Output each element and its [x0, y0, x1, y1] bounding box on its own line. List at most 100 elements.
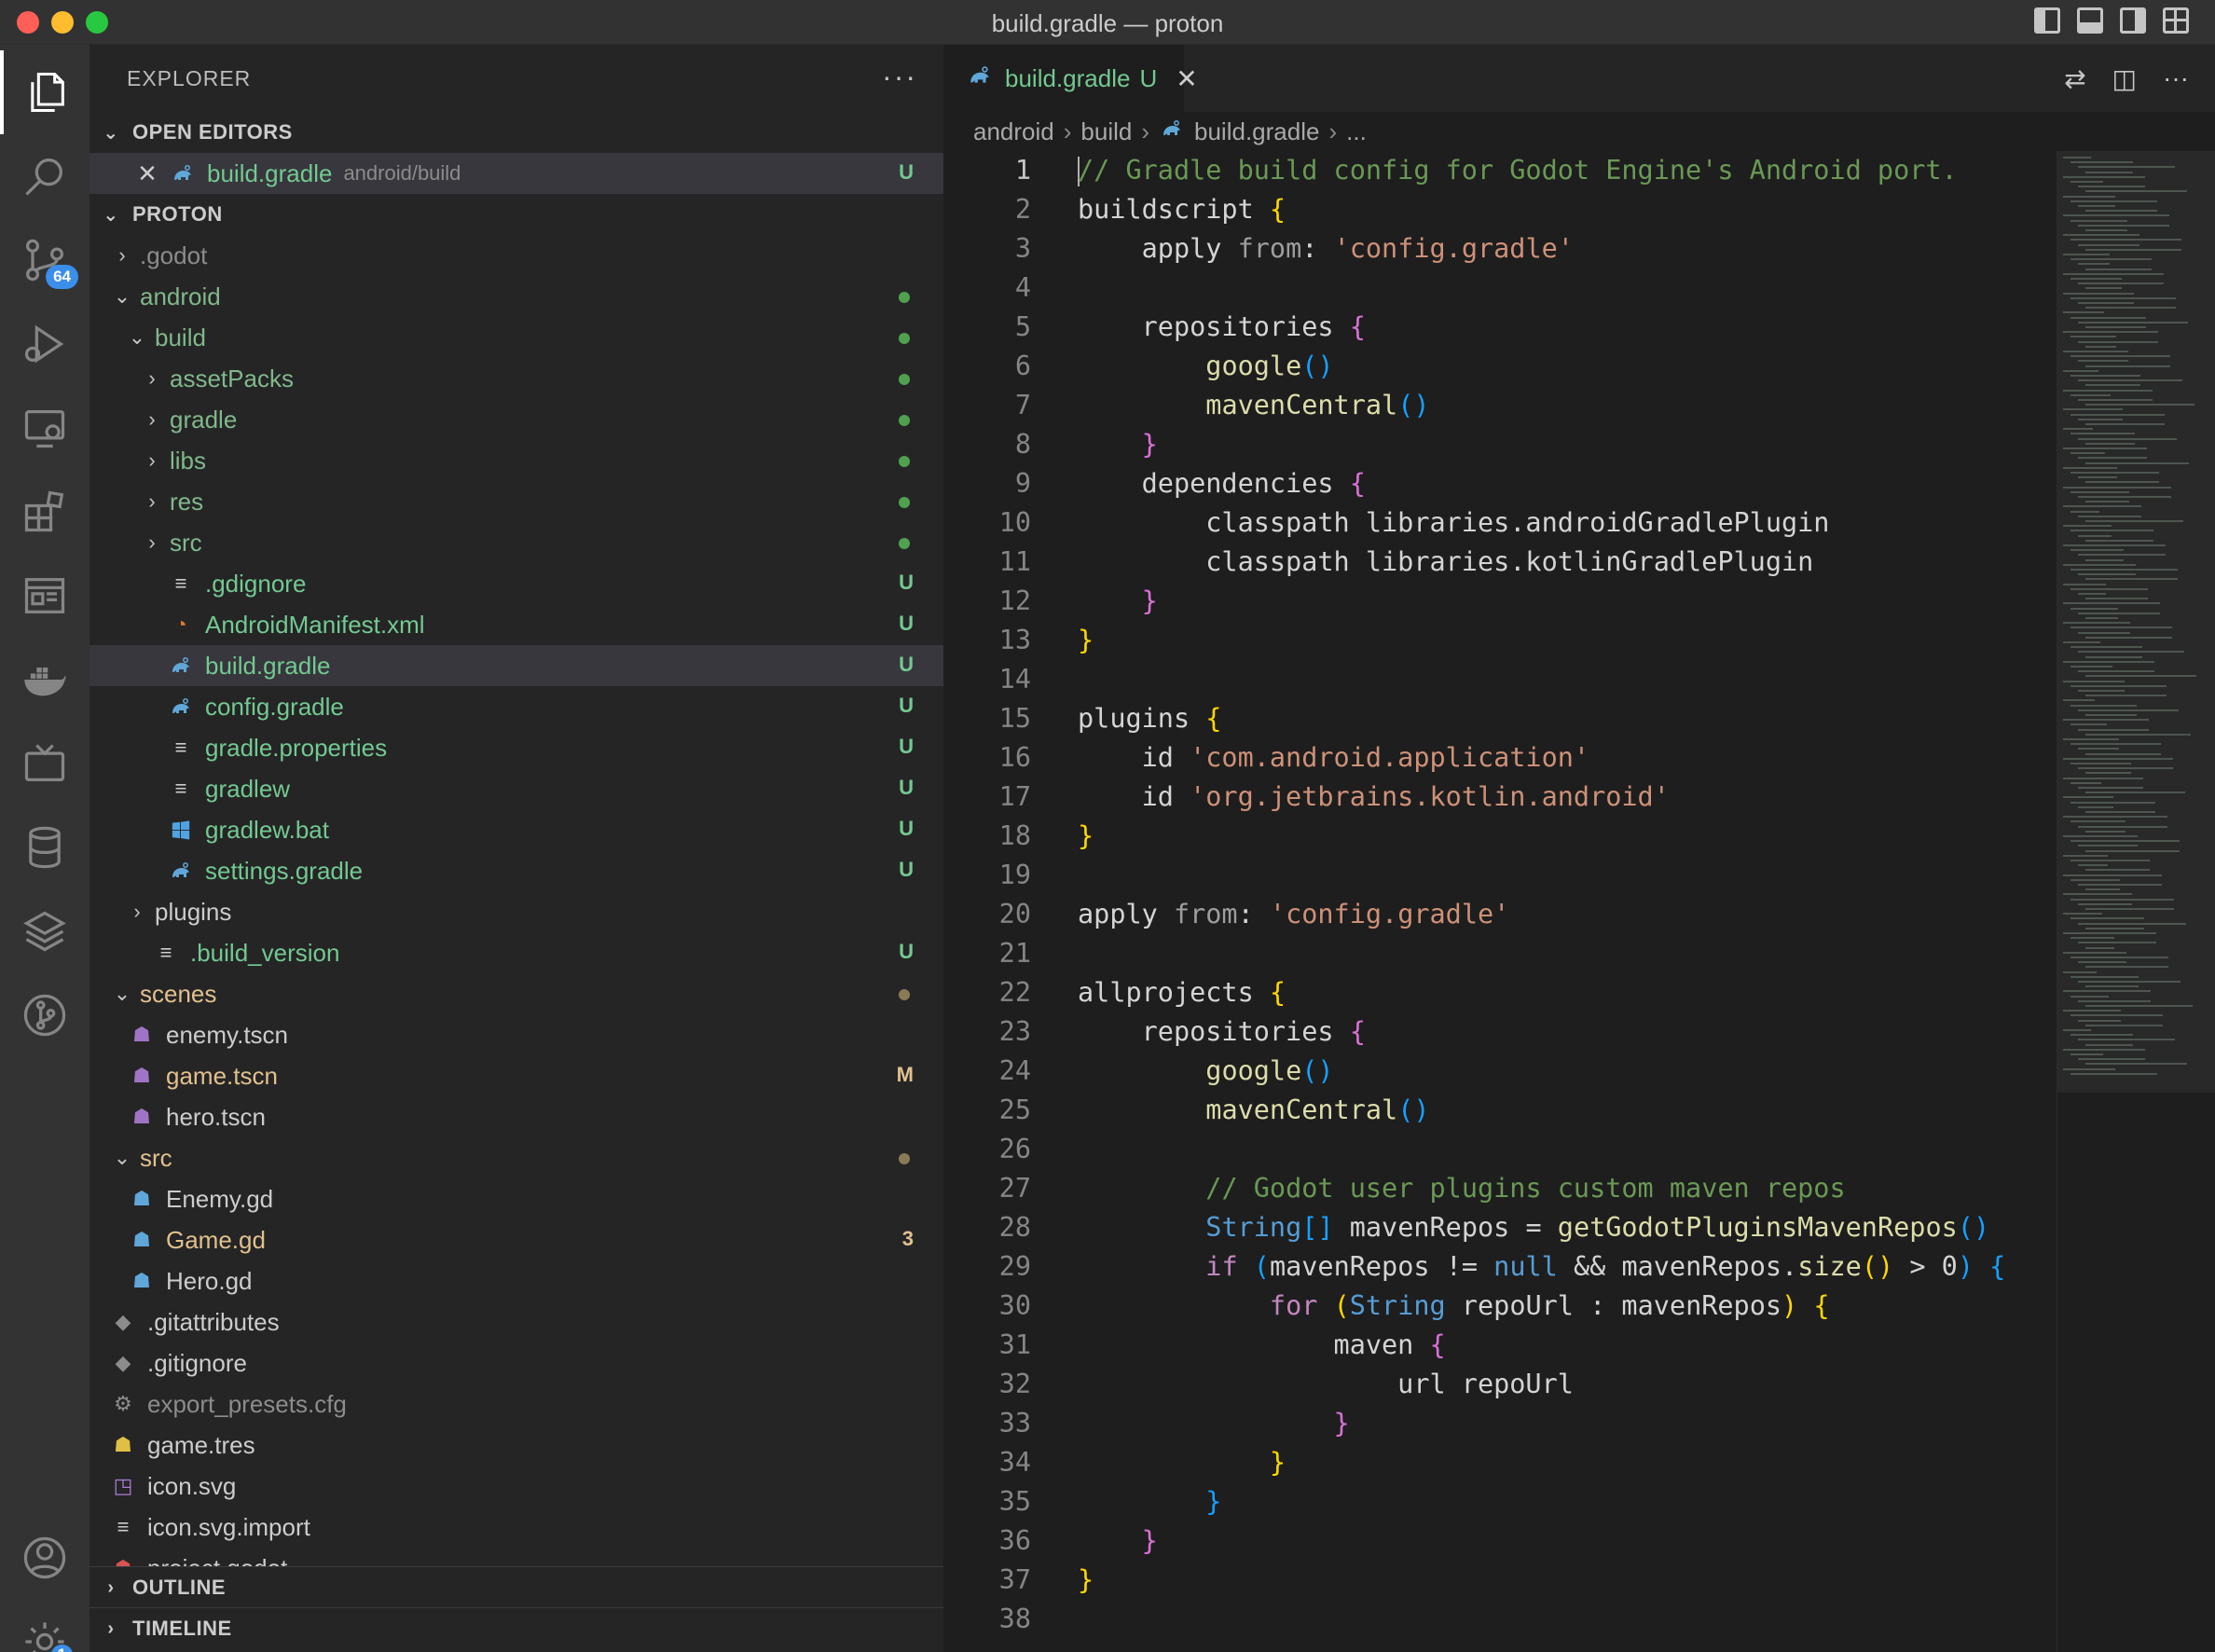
tree-folder-scenes[interactable]: ⌄ scenes [89, 973, 943, 1014]
timeline-section-header[interactable]: › TIMELINE [89, 1607, 943, 1648]
code-line[interactable]: 36 } [943, 1521, 2053, 1561]
code-line[interactable]: 4 [943, 268, 2053, 308]
code-line[interactable]: 31 maven { [943, 1326, 2053, 1365]
minimap[interactable] [2057, 151, 2215, 1652]
source-control-activity[interactable]: 64 [0, 218, 89, 302]
manage-activity[interactable]: 1 [0, 1600, 89, 1652]
code-line[interactable]: 21 [943, 934, 2053, 973]
tree-folder-src[interactable]: › src [89, 522, 943, 563]
tree-folder-godot[interactable]: › .godot [89, 235, 943, 276]
toggle-secondary-sidebar-icon[interactable] [2120, 7, 2146, 34]
run-debug-activity[interactable] [0, 302, 89, 386]
tree-folder-src-root[interactable]: ⌄ src [89, 1137, 943, 1178]
tree-file-gitignore[interactable]: ◆ .gitignore [89, 1342, 943, 1384]
tree-file-gitattributes[interactable]: ◆ .gitattributes [89, 1301, 943, 1342]
code-line[interactable]: 5 repositories { [943, 308, 2053, 347]
code-line[interactable]: 16 id 'com.android.application' [943, 738, 2053, 778]
close-tab-icon[interactable]: ✕ [1176, 63, 1197, 94]
code-line[interactable]: 29 if (mavenRepos != null && mavenRepos.… [943, 1247, 2053, 1287]
extensions-activity[interactable] [0, 470, 89, 554]
breadcrumb-item[interactable]: build [1080, 117, 1132, 146]
tree-file-game-tscn[interactable]: ☗ game.tscn M [89, 1055, 943, 1096]
code-line[interactable]: 18} [943, 817, 2053, 856]
tree-file-config-gradle[interactable]: config.gradle U [89, 686, 943, 727]
tree-file-gdignore[interactable]: ≡ .gdignore U [89, 563, 943, 604]
proton-section-header[interactable]: ⌄ PROTON [89, 194, 943, 235]
tree-file-game-tres[interactable]: ☗ game.tres [89, 1425, 943, 1466]
code-line[interactable]: 30 for (String repoUrl : mavenRepos) { [943, 1287, 2053, 1326]
code-line[interactable]: 1 // Gradle build config for Godot Engine… [943, 151, 2053, 190]
tree-file-gradlew[interactable]: ≡ gradlew U [89, 768, 943, 809]
tree-file-gradlew-bat[interactable]: gradlew.bat U [89, 809, 943, 850]
code-line[interactable]: 23 repositories { [943, 1012, 2053, 1052]
code-line[interactable]: 6 google() [943, 347, 2053, 386]
tab-build-gradle[interactable]: build.gradle U ✕ [943, 45, 1198, 112]
code-line[interactable]: 22 allprojects { [943, 973, 2053, 1012]
code-line[interactable]: 8 } [943, 425, 2053, 464]
code-line[interactable]: 3 apply from: 'config.gradle' [943, 229, 2053, 268]
more-actions-button[interactable]: ··· [882, 60, 917, 94]
breadcrumb-item[interactable]: ... [1346, 117, 1367, 146]
tree-file-game-gd[interactable]: ☗ Game.gd 3 [89, 1219, 943, 1260]
tree-folder-build[interactable]: ⌄ build [89, 317, 943, 358]
docker-activity[interactable] [0, 638, 89, 722]
tv-activity[interactable] [0, 722, 89, 805]
code-line[interactable]: 20 apply from: 'config.gradle' [943, 895, 2053, 934]
tree-file-build-gradle[interactable]: build.gradle U [89, 645, 943, 686]
close-editor-icon[interactable]: ✕ [136, 159, 158, 187]
open-changes-icon[interactable]: ⇄ [2064, 63, 2085, 94]
code-line[interactable]: 13} [943, 621, 2053, 660]
remote-explorer-activity[interactable] [0, 386, 89, 470]
tree-folder-libs[interactable]: › libs [89, 440, 943, 481]
code-line[interactable]: 33 } [943, 1404, 2053, 1443]
database-activity[interactable] [0, 805, 89, 889]
code-line[interactable]: 12 } [943, 582, 2053, 621]
search-activity[interactable] [0, 134, 89, 218]
explorer-activity[interactable] [0, 50, 89, 134]
code-line[interactable]: 14 [943, 660, 2053, 699]
tree-file-enemy-tscn[interactable]: ☗ enemy.tscn [89, 1014, 943, 1055]
tree-folder-android[interactable]: ⌄ android [89, 276, 943, 317]
code-line[interactable]: 7 mavenCentral() [943, 386, 2053, 425]
code-line[interactable]: 10 classpath libraries.androidGradlePlug… [943, 503, 2053, 543]
code-line[interactable]: 32 url repoUrl [943, 1365, 2053, 1404]
git-graph-activity[interactable] [0, 973, 89, 1057]
tree-file-settings-gradle[interactable]: settings.gradle U [89, 850, 943, 891]
tree-file-hero-tscn[interactable]: ☗ hero.tscn [89, 1096, 943, 1137]
tree-file-icon-svg-import[interactable]: ≡ icon.svg.import [89, 1507, 943, 1548]
tree-file-hero-gd[interactable]: ☗ Hero.gd [89, 1260, 943, 1301]
outline-section-header[interactable]: › OUTLINE [89, 1566, 943, 1607]
more-actions-icon[interactable]: ··· [2163, 63, 2189, 94]
tree-folder-res[interactable]: › res [89, 481, 943, 522]
layers-activity[interactable] [0, 889, 89, 973]
tree-folder-assetpacks[interactable]: › assetPacks [89, 358, 943, 399]
tree-file-enemy-gd[interactable]: ☗ Enemy.gd [89, 1178, 943, 1219]
tree-folder-plugins[interactable]: › plugins [89, 891, 943, 932]
code-line[interactable]: 37} [943, 1561, 2053, 1600]
open-editor-item[interactable]: ✕ build.gradle android/build U [89, 153, 943, 194]
breadcrumb-item[interactable]: build.gradle [1194, 117, 1319, 146]
tree-file-icon-svg[interactable]: ◳ icon.svg [89, 1466, 943, 1507]
customize-layout-icon[interactable] [2163, 7, 2189, 34]
code-line[interactable]: 2 buildscript { [943, 190, 2053, 229]
accounts-activity[interactable] [0, 1516, 89, 1600]
toggle-primary-sidebar-icon[interactable] [2034, 7, 2060, 34]
tree-file-gradle-properties[interactable]: ≡ gradle.properties U [89, 727, 943, 768]
split-editor-icon[interactable]: ◫ [2112, 63, 2137, 94]
tree-file-export-presets[interactable]: ⚙ export_presets.cfg [89, 1384, 943, 1425]
tree-file-build-version[interactable]: ≡ .build_version U [89, 932, 943, 973]
tree-file-androidmanifest[interactable]: ◔ AndroidManifest.xml U [89, 604, 943, 645]
code-line[interactable]: 35 } [943, 1482, 2053, 1521]
code-line[interactable]: 19 [943, 856, 2053, 895]
code-line[interactable]: 34 } [943, 1443, 2053, 1482]
code-line[interactable]: 26 [943, 1130, 2053, 1169]
code-editor[interactable]: 1 // Gradle build config for Godot Engine… [943, 151, 2053, 1639]
code-line[interactable]: 27 // Godot user plugins custom maven re… [943, 1169, 2053, 1208]
code-line[interactable]: 15 plugins { [943, 699, 2053, 738]
code-line[interactable]: 38 [943, 1600, 2053, 1639]
code-line[interactable]: 25 mavenCentral() [943, 1091, 2053, 1130]
preview-activity[interactable] [0, 554, 89, 638]
open-editors-section-header[interactable]: ⌄ OPEN EDITORS [89, 112, 943, 153]
code-line[interactable]: 11 classpath libraries.kotlinGradlePlugi… [943, 543, 2053, 582]
toggle-panel-icon[interactable] [2077, 7, 2103, 34]
